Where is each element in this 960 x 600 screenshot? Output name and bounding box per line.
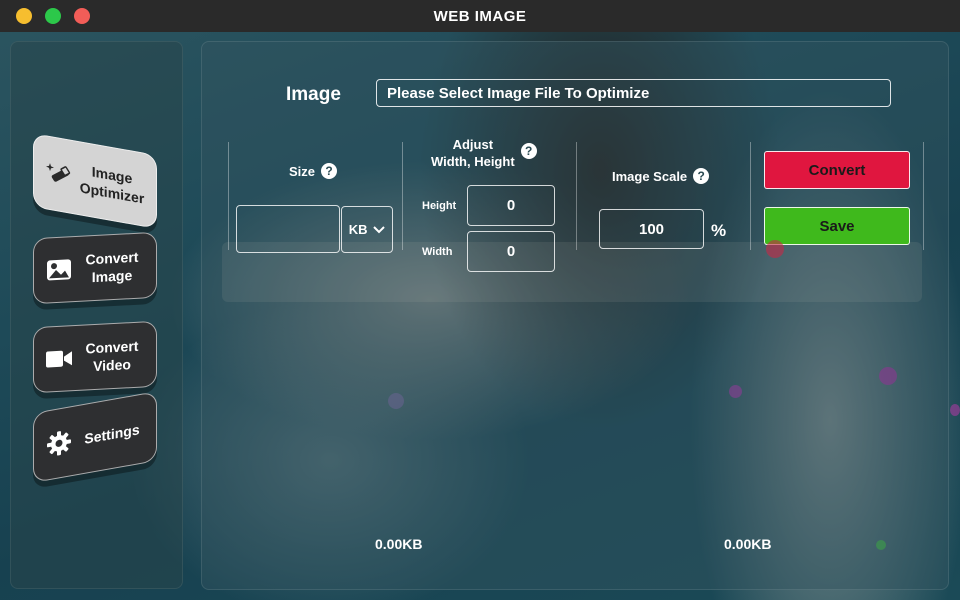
- original-size-value: 0.00KB: [375, 536, 423, 552]
- size-label: Size ?: [289, 163, 338, 179]
- convert-button[interactable]: Convert: [764, 151, 910, 189]
- image-label: Image: [286, 84, 341, 105]
- height-label: Height: [422, 200, 457, 212]
- sidebar-item-label: Convert Video: [85, 337, 139, 375]
- gear-icon: [44, 426, 74, 461]
- close-button[interactable]: [74, 8, 90, 24]
- maximize-button[interactable]: [45, 8, 61, 24]
- sidebar-item-convert-video[interactable]: Convert Video: [33, 320, 157, 394]
- divider: [402, 142, 403, 250]
- optimized-size-value: 0.00KB: [724, 536, 772, 552]
- image-scale-input[interactable]: 100: [599, 209, 704, 249]
- height-input[interactable]: 0: [467, 185, 555, 226]
- window-title: WEB IMAGE: [433, 7, 527, 25]
- sidebar-item-label: Convert Image: [85, 248, 139, 286]
- window-controls: [16, 8, 90, 24]
- title-bar: WEB IMAGE: [0, 0, 960, 32]
- adjust-label: Adjust Width, Height ?: [431, 137, 537, 171]
- divider: [576, 142, 577, 250]
- sidebar-item-image-optimizer[interactable]: Image Optimizer: [33, 133, 157, 229]
- save-button[interactable]: Save: [764, 207, 910, 245]
- size-unit-select[interactable]: KB: [341, 206, 393, 253]
- image-scale-label: Image Scale ?: [612, 168, 710, 184]
- image-file-field[interactable]: Please Select Image File To Optimize: [376, 79, 891, 107]
- scale-help-icon[interactable]: ?: [693, 168, 710, 184]
- divider: [923, 142, 924, 250]
- size-input[interactable]: [236, 205, 340, 253]
- minimize-button[interactable]: [16, 8, 32, 24]
- optimizer-panel: Image Please Select Image File To Optimi…: [201, 41, 949, 590]
- sidebar-item-label: Image Optimizer: [79, 163, 145, 207]
- width-input[interactable]: 0: [467, 231, 555, 272]
- sidebar: Image Optimizer Convert Image Convert Vi…: [10, 41, 183, 589]
- percent-label: %: [711, 221, 727, 240]
- video-camera-icon: [44, 343, 74, 375]
- width-label: Width: [422, 246, 453, 258]
- chevron-down-icon: [373, 225, 385, 233]
- adjust-help-icon[interactable]: ?: [520, 142, 537, 159]
- sidebar-item-convert-image[interactable]: Convert Image: [33, 231, 157, 305]
- divider: [228, 142, 229, 250]
- magic-wand-icon: [44, 157, 74, 192]
- size-help-icon[interactable]: ?: [321, 163, 338, 179]
- divider: [750, 142, 751, 250]
- sidebar-item-label: Settings: [84, 421, 140, 447]
- image-icon: [44, 254, 74, 286]
- sidebar-item-settings[interactable]: Settings: [33, 391, 157, 483]
